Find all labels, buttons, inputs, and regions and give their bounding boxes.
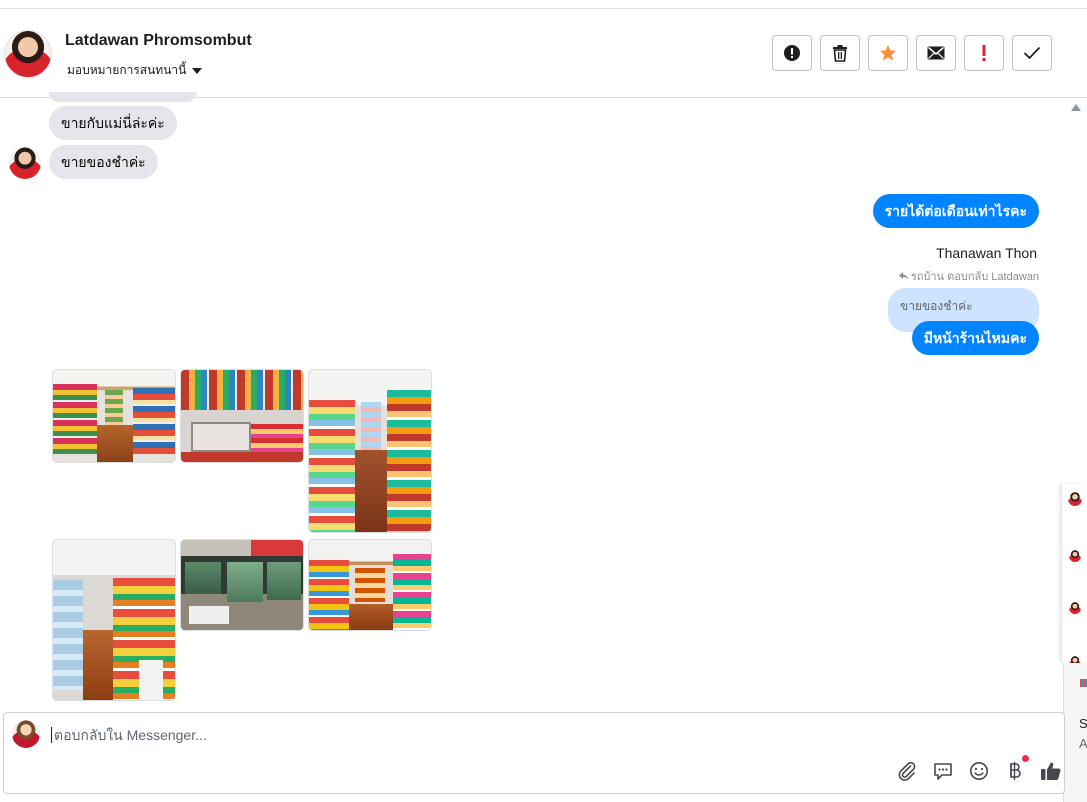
composer-tools — [895, 755, 1063, 783]
conversation-header: Latdawan Phromsombut มอบหมายการสนทนานี้ — [0, 9, 1087, 98]
scroll-up-arrow-icon[interactable] — [1071, 104, 1081, 111]
mark-spam-button[interactable] — [772, 35, 812, 71]
header-actions — [772, 35, 1052, 71]
payment-button[interactable] — [1003, 755, 1029, 783]
incoming-message-bubble: ขายกับแม่นี่ล่ะค่ะ — [49, 106, 177, 140]
outgoing-message-bubble: มีหน้าร้านไหมคะ — [911, 321, 1039, 355]
attach-file-button[interactable] — [895, 759, 919, 783]
baht-icon — [1010, 762, 1021, 780]
like-button[interactable] — [1039, 759, 1063, 783]
assign-conversation-dropdown[interactable]: มอบหมายการสนทนานี้ — [67, 61, 203, 80]
reply-composer — [3, 712, 1065, 794]
assign-label: มอบหมายการสนทนานี้ — [67, 63, 187, 77]
contact-name[interactable]: Latdawan Phromsombut — [65, 32, 252, 50]
contact-avatar[interactable] — [4, 30, 52, 78]
saved-reply-icon — [934, 763, 952, 780]
reply-note-text: รถบ้าน ตอบกลับ Latdawan — [910, 271, 1039, 283]
reply-arrow-icon — [898, 272, 909, 280]
photo-attachment-store-interior[interactable] — [308, 539, 432, 631]
mark-done-button[interactable] — [1012, 35, 1052, 71]
side-conversation-panel — [1061, 484, 1087, 668]
emoji-icon — [970, 762, 988, 780]
trash-icon — [833, 45, 847, 62]
side-text-s: S — [1079, 716, 1087, 731]
photo-attachment-checkout-counter[interactable] — [180, 369, 304, 463]
saved-replies-button[interactable] — [931, 759, 955, 783]
side-info-panel — [1063, 663, 1087, 802]
side-avatar[interactable] — [1069, 550, 1081, 562]
outgoing-message-bubble: รายได้ต่อเดือนเท่าไรคะ — [872, 194, 1039, 228]
photo-attachment-shop-front[interactable] — [180, 539, 304, 631]
contact-avatar-small — [9, 147, 41, 179]
star-icon — [880, 45, 896, 61]
exclamation-icon — [982, 45, 986, 61]
check-icon — [1023, 46, 1041, 60]
notification-dot — [1022, 755, 1029, 762]
star-button[interactable] — [868, 35, 908, 71]
reply-input[interactable] — [51, 727, 951, 743]
exclamation-circle-icon — [784, 45, 800, 61]
page-avatar — [12, 720, 40, 748]
paperclip-icon — [898, 761, 916, 781]
follow-up-button[interactable] — [964, 35, 1004, 71]
side-avatar[interactable] — [1068, 492, 1082, 506]
mark-unread-button[interactable] — [916, 35, 956, 71]
previous-message-bubble — [49, 92, 197, 102]
incoming-message-bubble: ขายของชำค่ะ — [49, 145, 158, 179]
sender-name: Thanawan Thon — [936, 245, 1037, 261]
side-avatar[interactable] — [1069, 602, 1081, 614]
envelope-icon — [927, 46, 945, 60]
side-text-a: A — [1079, 736, 1087, 751]
emoji-button[interactable] — [967, 759, 991, 783]
photo-attachment-grocery-aisle[interactable] — [52, 369, 176, 463]
side-thumbnail — [1080, 679, 1087, 687]
thumbs-up-icon — [1041, 762, 1061, 780]
caret-down-icon — [192, 67, 203, 74]
delete-button[interactable] — [820, 35, 860, 71]
photo-attachment-long-aisle[interactable] — [308, 369, 432, 533]
photo-attachment-snack-aisle[interactable] — [52, 539, 176, 701]
reply-note: รถบ้าน ตอบกลับ Latdawan — [898, 267, 1039, 285]
